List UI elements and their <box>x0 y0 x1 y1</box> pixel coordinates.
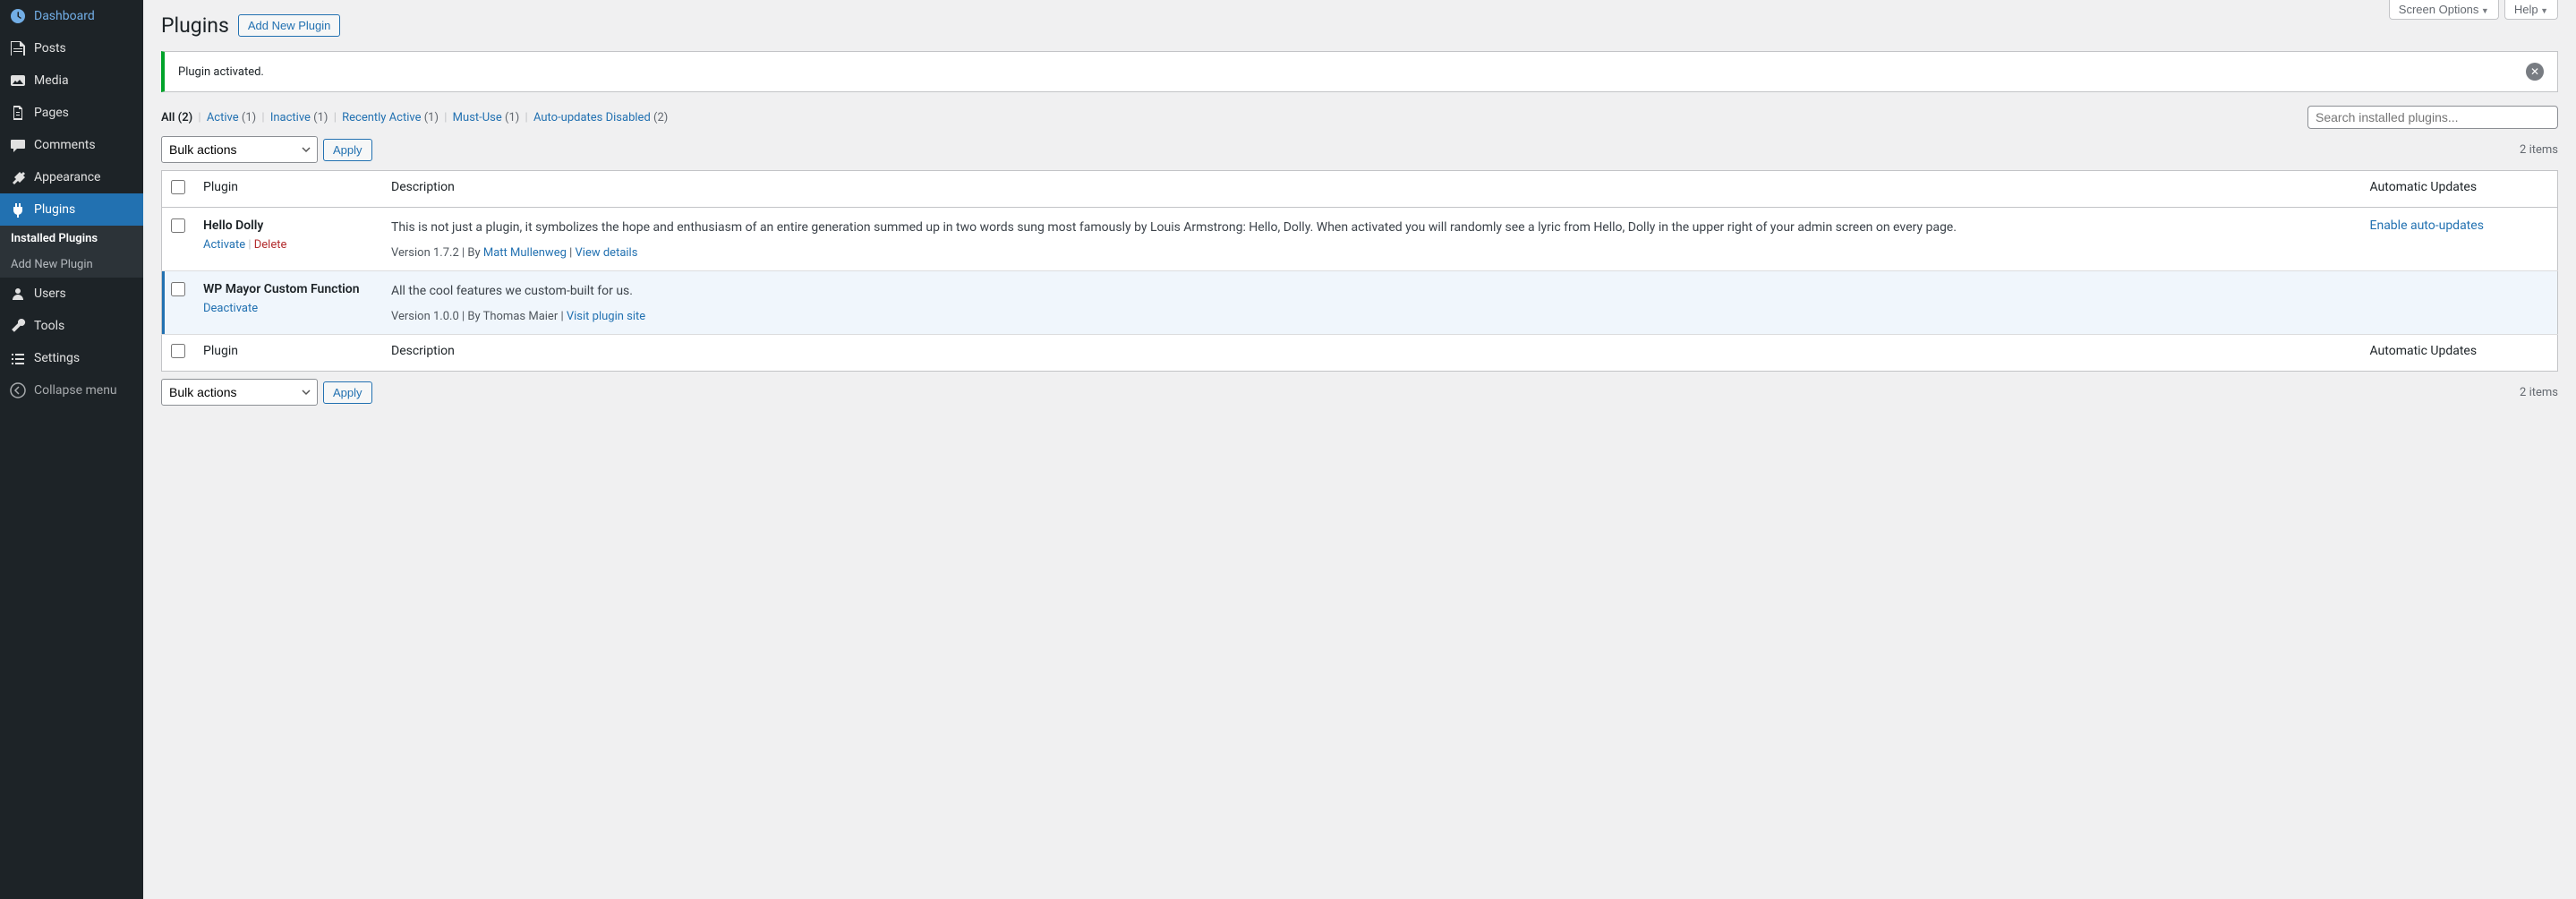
sidebar-item-pages[interactable]: Pages <box>0 97 143 129</box>
item-count-top: 2 items <box>2520 143 2558 157</box>
sidebar-submenu-plugins: Installed PluginsAdd New Plugin <box>0 226 143 278</box>
admin-sidebar: Dashboard Posts Media Pages Comments Appearan… <box>0 0 143 899</box>
settings-icon <box>9 349 27 367</box>
plugins-icon <box>9 201 27 218</box>
sidebar-item-appearance[interactable]: Appearance <box>0 161 143 193</box>
column-description-footer: Description <box>382 335 2361 372</box>
plugin-description: This is not just a plugin, it symbolizes… <box>391 218 2352 237</box>
page-title: Plugins <box>161 13 229 38</box>
tools-icon <box>9 317 27 335</box>
table-row: WP Mayor Custom Function Deactivate All th… <box>162 271 2558 335</box>
users-icon <box>9 285 27 303</box>
sidebar-item-label: Tools <box>34 319 64 333</box>
column-plugin[interactable]: Plugin <box>194 171 382 208</box>
plugin-meta: Version 1.7.2 | By Matt Mullenweg | View… <box>391 246 2352 260</box>
filter-inactive[interactable]: Inactive <box>270 111 311 124</box>
sidebar-item-label: Appearance <box>34 170 100 184</box>
sidebar-item-comments[interactable]: Comments <box>0 129 143 161</box>
sidebar-item-label: Comments <box>34 138 96 152</box>
select-all-bottom[interactable] <box>171 344 185 358</box>
posts-icon <box>9 39 27 57</box>
sidebar-item-label: Collapse menu <box>34 383 117 398</box>
sidebar-item-media[interactable]: Media <box>0 64 143 97</box>
sidebar-item-users[interactable]: Users <box>0 278 143 310</box>
plugin-filters: All (2) | Active (1) | Inactive (1) | Re… <box>161 111 668 124</box>
sidebar-item-tools[interactable]: Tools <box>0 310 143 342</box>
dashboard-icon <box>9 7 27 25</box>
dismiss-icon[interactable]: ✕ <box>2526 63 2544 81</box>
action-activate[interactable]: Activate <box>203 238 245 252</box>
filter-must-use[interactable]: Must-Use <box>453 111 502 124</box>
collapse-icon <box>9 381 27 399</box>
item-count-bottom: 2 items <box>2520 386 2558 399</box>
column-description[interactable]: Description <box>382 171 2361 208</box>
author-link[interactable]: Matt Mullenweg <box>483 246 567 260</box>
filter-auto-updates-disabled[interactable]: Auto-updates Disabled <box>533 111 651 124</box>
notice-message: Plugin activated. <box>178 65 264 79</box>
screen-options-button[interactable]: Screen Options <box>2389 0 2499 20</box>
filter-all[interactable]: All (2) <box>161 111 192 124</box>
detail-link[interactable]: Visit plugin site <box>567 310 645 323</box>
plugins-table: Plugin Description Automatic Updates Hel… <box>161 170 2558 372</box>
action-delete[interactable]: Delete <box>254 238 287 252</box>
sidebar-item-posts[interactable]: Posts <box>0 32 143 64</box>
column-plugin-footer: Plugin <box>194 335 382 372</box>
sidebar-item-label: Plugins <box>34 202 75 217</box>
sidebar-item-settings[interactable]: Settings <box>0 342 143 374</box>
pages-icon <box>9 104 27 122</box>
plugin-meta: Version 1.0.0 | By Thomas Maier | Visit … <box>391 310 2352 323</box>
bulk-apply-button-bottom[interactable]: Apply <box>323 381 372 404</box>
row-actions: Activate | Delete <box>203 238 373 252</box>
sidebar-sub-add-new-plugin[interactable]: Add New Plugin <box>0 252 143 278</box>
sidebar-item-label: Posts <box>34 41 66 56</box>
add-new-plugin-button[interactable]: Add New Plugin <box>238 14 341 37</box>
select-all-top[interactable] <box>171 180 185 194</box>
action-deactivate[interactable]: Deactivate <box>203 302 258 315</box>
sidebar-item-dashboard[interactable]: Dashboard <box>0 0 143 32</box>
sidebar-sub-installed-plugins[interactable]: Installed Plugins <box>0 226 143 252</box>
filter-active[interactable]: Active <box>207 111 239 124</box>
enable-auto-updates-link[interactable]: Enable auto-updates <box>2370 218 2484 233</box>
bulk-actions-select-bottom[interactable]: Bulk actions <box>161 379 318 406</box>
appearance-icon <box>9 168 27 186</box>
plugin-name: Hello Dolly <box>203 218 373 233</box>
notice-success: Plugin activated. ✕ <box>161 51 2558 92</box>
detail-link[interactable]: View details <box>576 246 638 260</box>
bulk-actions-select-top[interactable]: Bulk actions <box>161 136 318 163</box>
row-actions: Deactivate <box>203 302 373 315</box>
help-button[interactable]: Help <box>2504 0 2558 20</box>
media-icon <box>9 72 27 90</box>
sidebar-item-label: Users <box>34 287 66 301</box>
sidebar-item-label: Dashboard <box>34 9 95 23</box>
plugin-description: All the cool features we custom-built fo… <box>391 282 2352 301</box>
main-content: Screen Options Help Plugins Add New Plug… <box>143 0 2576 899</box>
column-auto-updates-footer: Automatic Updates <box>2361 335 2558 372</box>
row-checkbox[interactable] <box>171 218 185 233</box>
bulk-apply-button-top[interactable]: Apply <box>323 139 372 161</box>
search-plugins-input[interactable] <box>2307 106 2558 129</box>
filter-recently-active[interactable]: Recently Active <box>342 111 421 124</box>
sidebar-item-label: Settings <box>34 351 80 365</box>
table-row: Hello Dolly Activate | Delete This is not … <box>162 208 2558 271</box>
plugin-name: WP Mayor Custom Function <box>203 282 373 296</box>
sidebar-item-plugins[interactable]: Plugins <box>0 193 143 226</box>
sidebar-item-label: Pages <box>34 106 69 120</box>
sidebar-item-collapse[interactable]: Collapse menu <box>0 374 143 407</box>
row-checkbox[interactable] <box>171 282 185 296</box>
comments-icon <box>9 136 27 154</box>
column-auto-updates[interactable]: Automatic Updates <box>2361 171 2558 208</box>
sidebar-item-label: Media <box>34 73 69 88</box>
